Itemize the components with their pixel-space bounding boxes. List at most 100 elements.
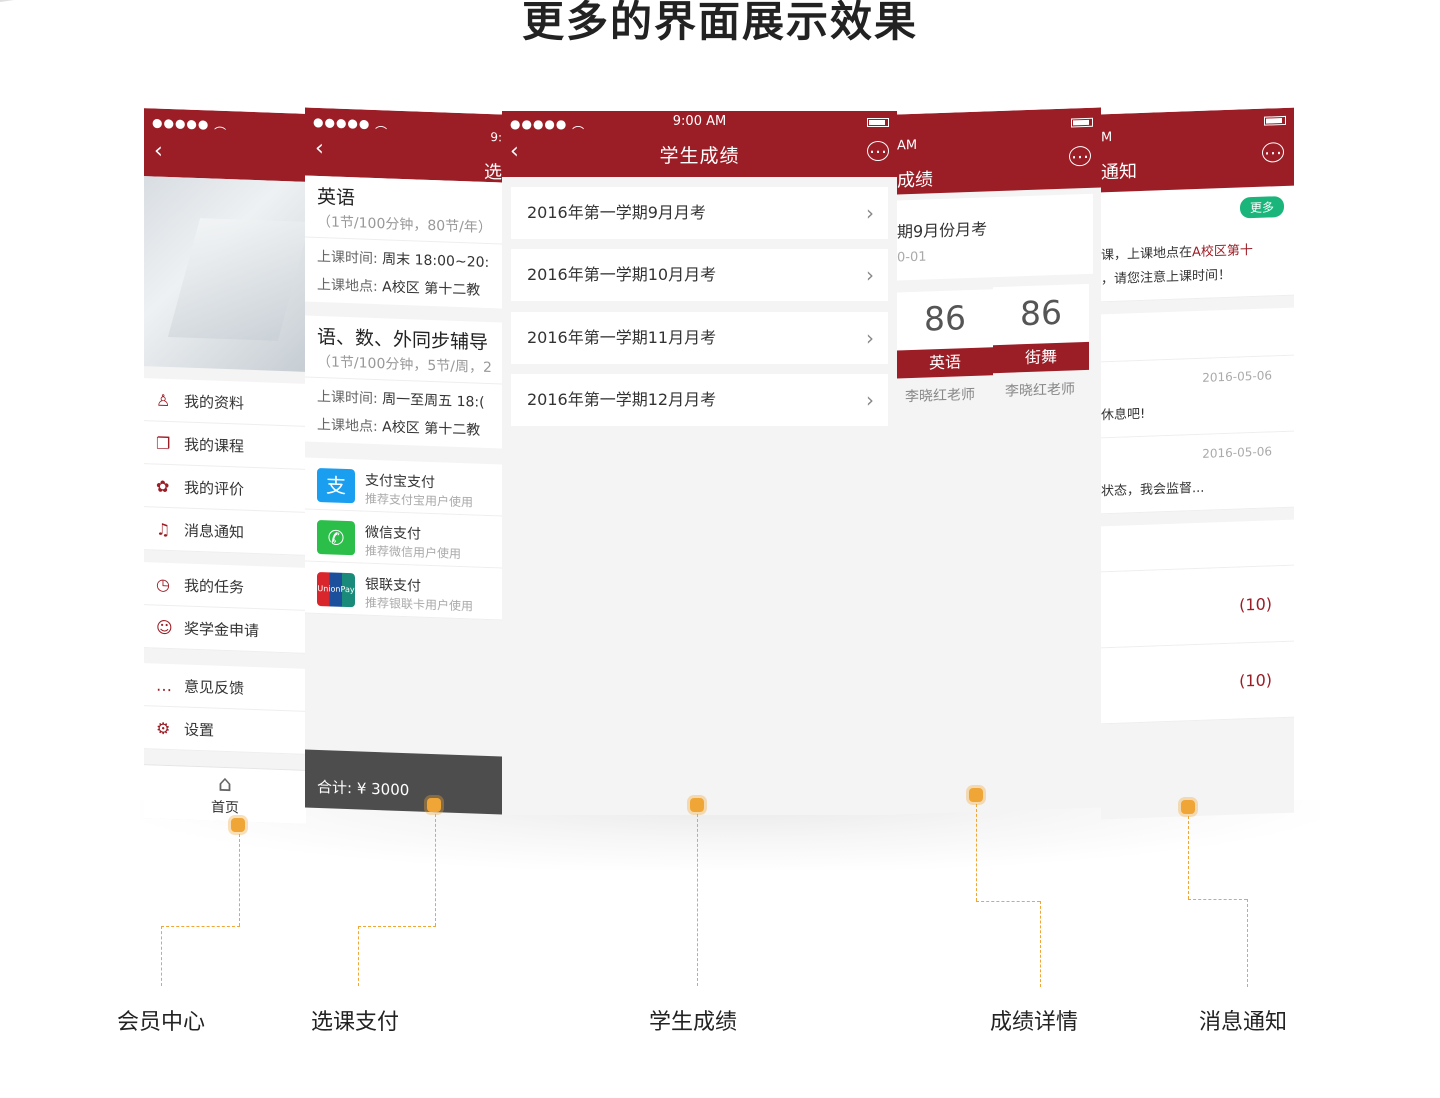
signal-icon: ●●●●● ︵	[152, 115, 228, 133]
connector-line	[358, 926, 359, 986]
message-item[interactable]: 2016-05-06 状态，我会监督...	[1101, 431, 1294, 515]
menu-group-2: ◷ 我的任务 ☺ 奖学金申请	[144, 562, 306, 654]
message-item[interactable]: 2016-05-06 休息吧!	[1101, 355, 1294, 439]
course-card-english[interactable]: 英语 （1节/100分钟，80节/年） 上课时间: 周末 18:00~20: 上…	[305, 175, 502, 309]
header: M 通知 …	[1101, 107, 1294, 195]
place-value: A校区 第十二教	[382, 419, 481, 439]
chat-icon: …	[156, 675, 172, 695]
menu-item-courses[interactable]: ❐ 我的课程	[144, 421, 306, 470]
payment-unionpay[interactable]: UnionPay 银联支付 推荐银联卡用户使用	[305, 561, 502, 621]
score-value: 86	[1020, 292, 1062, 334]
message-date: 2016-05-06	[1202, 368, 1272, 385]
exam-row-nov[interactable]: 2016年第一学期11月月考 ›	[511, 312, 888, 364]
connector-line	[435, 814, 436, 926]
menu-item-tasks[interactable]: ◷ 我的任务	[144, 562, 306, 611]
message-icon[interactable]: …	[1069, 142, 1091, 167]
connector-line	[1188, 816, 1189, 899]
more-button[interactable]: 更多	[1239, 195, 1284, 219]
gear-icon: ⚙	[156, 718, 171, 738]
battery-icon	[1264, 115, 1286, 126]
score-card-english[interactable]: 86 英语	[897, 289, 993, 379]
header: AM 成绩 …	[897, 107, 1101, 195]
menu-group-1: ♙ 我的资料 ❐ 我的课程 ✿ 我的评价 ♫ 消息通知	[144, 378, 306, 556]
header-title: 通知	[1101, 161, 1137, 184]
menu-item-label: 我的课程	[184, 435, 245, 456]
back-icon[interactable]: ‹	[154, 139, 163, 164]
back-icon[interactable]: ‹	[315, 136, 324, 161]
payment-wechat[interactable]: ✆ 微信支付 推荐微信用户使用	[305, 509, 502, 569]
menu-item-feedback[interactable]: … 意见反馈	[144, 663, 306, 712]
unread-count: (10)	[1239, 594, 1272, 615]
exam-info-card: 期9月份月考 0-01	[897, 193, 1093, 281]
header: ●●●●● ︵ 9: ‹ 选	[305, 107, 502, 183]
connector-line	[976, 804, 977, 901]
notice-line-1: 课，上课地点在A校区第十	[1101, 239, 1253, 263]
exam-row-sep[interactable]: 2016年第一学期9月月考 ›	[511, 187, 888, 239]
exam-row-oct[interactable]: 2016年第一学期10月月考 ›	[511, 249, 888, 301]
notice-card[interactable]: 更多 课，上课地点在A校区第十 ，请您注意上课时间！	[1101, 185, 1294, 303]
connector-dot	[231, 818, 245, 832]
message-icon[interactable]: …	[1262, 138, 1284, 163]
payment-desc: 推荐微信用户使用	[365, 543, 462, 562]
time-value: 周一至周五 18:(	[382, 391, 485, 411]
exam-title: 2016年第一学期10月月考	[527, 265, 717, 284]
connector-line	[358, 926, 436, 927]
chevron-right-icon: ›	[866, 388, 874, 412]
status-time: M	[1101, 129, 1113, 146]
connector-dot	[427, 798, 441, 812]
status-bar: ●●●●● ︵	[144, 108, 306, 136]
score-card-dance[interactable]: 86 街舞	[993, 283, 1089, 374]
label-course-payment: 选课支付	[311, 1010, 400, 1035]
menu-item-label: 我的评价	[184, 478, 245, 499]
status-time: AM	[897, 137, 918, 154]
phone-score-detail: AM 成绩 … 期9月份月考 0-01 86 英语 86 街舞 李晓红老师 李晓…	[897, 107, 1101, 815]
exam-row-dec[interactable]: 2016年第一学期12月月考 ›	[511, 374, 888, 426]
tab-home[interactable]: ⌂ 首页	[144, 764, 306, 824]
menu-item-notifications[interactable]: ♫ 消息通知	[144, 507, 306, 556]
status-time: 9:00 AM	[672, 114, 727, 129]
connector-line	[697, 814, 698, 986]
label-notifications: 消息通知	[1199, 1010, 1288, 1035]
course-card-sync[interactable]: 语、数、外同步辅导 （1节/100分钟，5节/周，2 上课时间: 周一至周五 1…	[305, 315, 502, 449]
time-label: 上课时间:	[317, 388, 378, 408]
menu-item-label: 我的任务	[184, 576, 245, 597]
alipay-icon: 支	[317, 467, 355, 504]
menu-item-settings[interactable]: ⚙ 设置	[144, 706, 306, 755]
hero-image	[144, 176, 306, 372]
payment-title: 银联支付	[365, 576, 421, 595]
chevron-right-icon: ›	[866, 263, 874, 287]
payment-alipay[interactable]: 支 支付宝支付 推荐支付宝用户使用	[305, 457, 502, 517]
page-title: 更多的界面展示效果	[521, 0, 918, 46]
payment-title: 微信支付	[365, 524, 421, 543]
connector-line	[239, 834, 240, 926]
header-title: 学生成绩	[659, 145, 740, 167]
list-item[interactable]	[1101, 307, 1294, 363]
teacher-name: 李晓红老师	[905, 386, 975, 406]
status-time: 9:	[490, 130, 502, 145]
time-value: 周末 18:00~20:	[382, 251, 490, 271]
menu-item-label: 设置	[184, 720, 215, 740]
score-value: 86	[924, 298, 966, 339]
exam-title: 期9月份月考	[897, 219, 988, 242]
menu-group-3: … 意见反馈 ⚙ 设置	[144, 663, 306, 755]
message-text: 状态，我会监督...	[1101, 480, 1205, 500]
connector-line	[1188, 899, 1247, 900]
menu-item-scholarship[interactable]: ☺ 奖学金申请	[144, 605, 306, 654]
connector-line	[161, 926, 162, 986]
count-item[interactable]: (10)	[1101, 565, 1294, 649]
menu-item-reviews[interactable]: ✿ 我的评价	[144, 464, 306, 513]
phone-member-center: ●●●●● ︵ ‹ ♙ 我的资料 ❐ 我的课程 ✿ 我的评价 ♫ 消息通知 ◷ 我的任务 …	[144, 108, 306, 824]
list-item[interactable]	[1101, 519, 1294, 573]
menu-item-label: 消息通知	[184, 521, 245, 542]
notice-line-2: ，请您注意上课时间！	[1101, 267, 1232, 288]
count-item[interactable]: (10)	[1101, 641, 1294, 725]
teacher-name: 李晓红老师	[1005, 381, 1075, 400]
place-label: 上课地点:	[317, 416, 378, 436]
notice-highlight: A校区第十	[1192, 243, 1253, 261]
menu-item-profile[interactable]: ♙ 我的资料	[144, 378, 306, 427]
message-date: 2016-05-06	[1202, 444, 1272, 461]
phone-course-payment: ●●●●● ︵ 9: ‹ 选 英语 （1节/100分钟，80节/年） 上课时间:…	[305, 107, 502, 815]
signal-icon: ●●●●● ︵	[313, 114, 389, 132]
message-icon[interactable]: …	[867, 139, 889, 161]
label-score-detail: 成绩详情	[990, 1010, 1079, 1035]
